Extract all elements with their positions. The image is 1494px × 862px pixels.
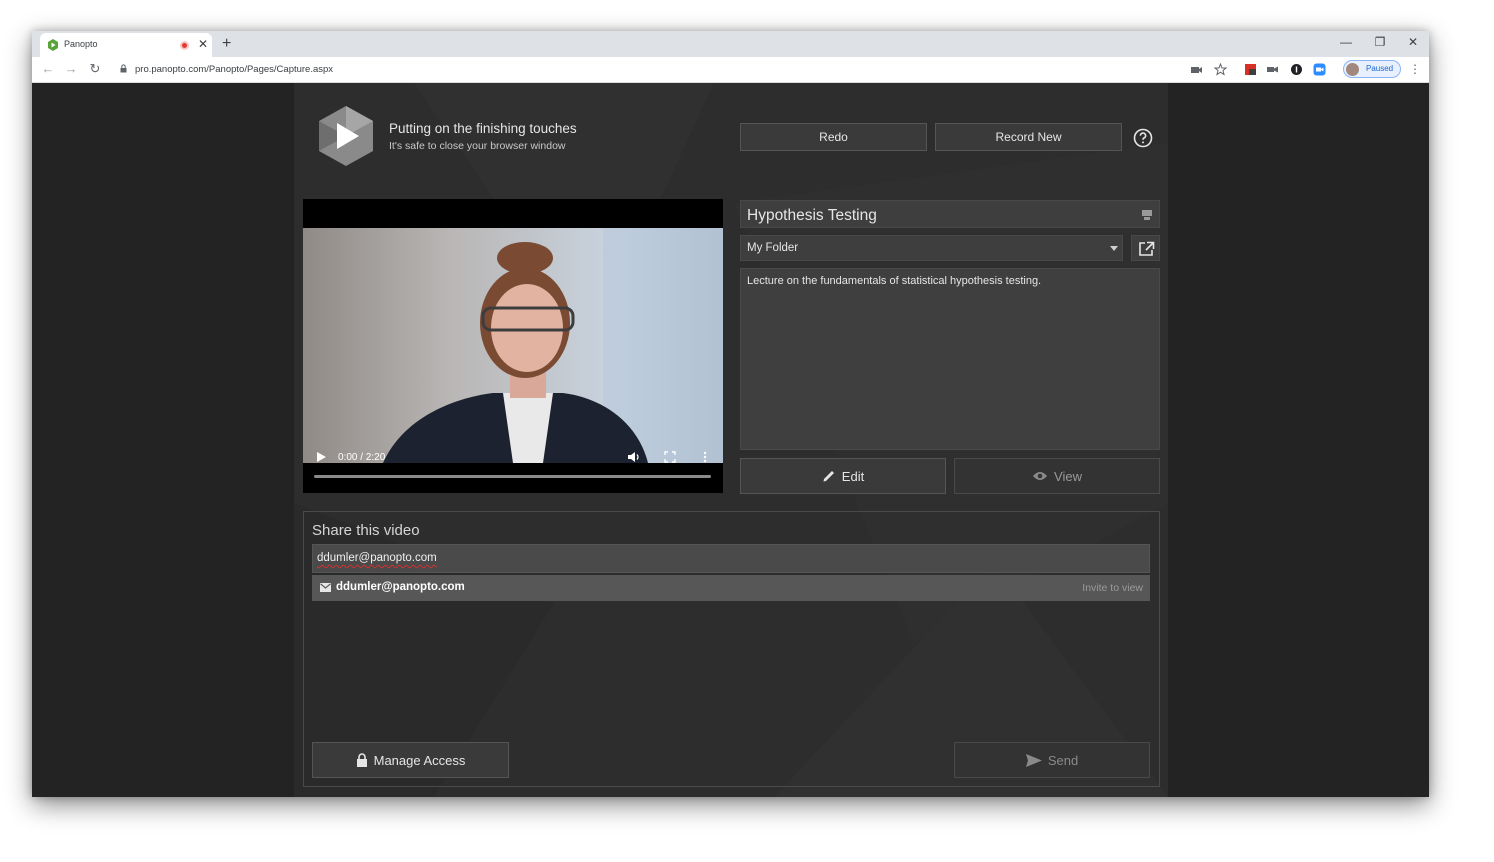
video-player[interactable]: 0:00 / 2:20 bbox=[303, 199, 723, 493]
bookmark-star-icon[interactable] bbox=[1214, 63, 1227, 76]
folder-value: My Folder bbox=[747, 242, 799, 254]
minimize-button[interactable]: — bbox=[1336, 35, 1356, 49]
manage-access-button[interactable]: Manage Access bbox=[312, 742, 509, 778]
send-icon bbox=[1025, 753, 1042, 767]
send-button[interactable]: Send bbox=[954, 742, 1150, 778]
recording-indicator-icon bbox=[180, 41, 189, 50]
description-textarea[interactable]: Lecture on the fundamentals of statistic… bbox=[740, 268, 1160, 450]
new-tab-button[interactable]: + bbox=[222, 34, 231, 54]
camera-icon[interactable] bbox=[1190, 63, 1203, 76]
close-window-button[interactable]: ✕ bbox=[1403, 35, 1423, 49]
record-new-button[interactable]: Record New bbox=[935, 123, 1122, 151]
suggestion-email: ddumler@panopto.com bbox=[336, 581, 465, 593]
lock-icon bbox=[120, 64, 127, 73]
fullscreen-icon[interactable] bbox=[663, 450, 677, 464]
pencil-icon bbox=[823, 471, 834, 482]
avatar bbox=[1346, 63, 1359, 76]
status-subtitle: It's safe to close your browser window bbox=[389, 140, 566, 152]
record-new-label: Record New bbox=[995, 130, 1062, 144]
lock-icon bbox=[356, 753, 367, 767]
zoom-extension-icon[interactable] bbox=[1313, 63, 1326, 76]
video-extension-icon[interactable] bbox=[1266, 63, 1279, 76]
share-title: Share this video bbox=[312, 522, 420, 539]
video-progress-bar[interactable] bbox=[314, 475, 711, 478]
video-more-icon[interactable] bbox=[698, 450, 712, 464]
session-title-field[interactable]: Hypothesis Testing bbox=[740, 200, 1160, 228]
profile-button[interactable]: Paused bbox=[1343, 60, 1401, 78]
browser-window: Panopto ✕ + — ❐ ✕ ← → ↻ pro.panopto.com/… bbox=[32, 31, 1429, 797]
password-manager-icon[interactable] bbox=[1290, 63, 1303, 76]
mail-icon bbox=[320, 583, 331, 592]
address-bar[interactable]: pro.panopto.com/Panopto/Pages/Capture.as… bbox=[135, 64, 333, 75]
redo-button[interactable]: Redo bbox=[740, 123, 927, 151]
share-input-value: ddumler@panopto.com bbox=[317, 552, 437, 564]
eye-icon bbox=[1033, 472, 1048, 480]
reload-button[interactable]: ↻ bbox=[87, 62, 103, 76]
tab-strip: Panopto ✕ + — ❐ ✕ bbox=[32, 31, 1429, 57]
manage-access-label: Manage Access bbox=[373, 752, 466, 768]
edit-label: Edit bbox=[841, 468, 865, 484]
volume-icon[interactable] bbox=[627, 450, 641, 464]
forward-button[interactable]: → bbox=[63, 62, 79, 76]
page-body: Putting on the finishing touches It's sa… bbox=[32, 83, 1429, 797]
tab-title: Panopto bbox=[64, 39, 98, 49]
browser-menu-icon[interactable]: ⋮ bbox=[1409, 62, 1421, 76]
open-folder-button[interactable] bbox=[1131, 235, 1160, 261]
restore-button[interactable]: ❐ bbox=[1370, 35, 1390, 49]
video-thumbnail bbox=[303, 228, 723, 463]
description-text: Lecture on the fundamentals of statistic… bbox=[747, 275, 1042, 287]
view-label: View bbox=[1054, 468, 1082, 484]
chevron-down-icon bbox=[1110, 246, 1118, 251]
panopto-favicon-icon bbox=[48, 39, 58, 51]
tab-panopto[interactable]: Panopto ✕ bbox=[40, 33, 212, 57]
external-link-icon bbox=[1139, 241, 1155, 256]
share-email-input[interactable]: ddumler@panopto.com bbox=[312, 544, 1150, 573]
help-icon[interactable] bbox=[1133, 128, 1153, 148]
edit-button[interactable]: Edit bbox=[740, 458, 946, 494]
status-title: Putting on the finishing touches bbox=[389, 121, 577, 136]
browser-toolbar: ← → ↻ pro.panopto.com/Panopto/Pages/Capt… bbox=[32, 57, 1429, 83]
calendar-extension-icon[interactable] bbox=[1244, 63, 1257, 76]
redo-label: Redo bbox=[819, 130, 848, 144]
back-button[interactable]: ← bbox=[40, 62, 56, 76]
view-button[interactable]: View bbox=[954, 458, 1160, 494]
panopto-logo-icon bbox=[319, 106, 373, 166]
suggestion-hint: Invite to view bbox=[1082, 582, 1143, 594]
session-title: Hypothesis Testing bbox=[747, 207, 877, 224]
video-time: 0:00 / 2:20 bbox=[338, 452, 386, 463]
send-label: Send bbox=[1047, 752, 1079, 768]
capture-panel: Putting on the finishing touches It's sa… bbox=[294, 83, 1168, 797]
share-panel: Share this video ddumler@panopto.com ddu… bbox=[303, 511, 1160, 787]
email-suggestion-item[interactable]: ddumler@panopto.com Invite to view bbox=[312, 575, 1150, 601]
play-icon[interactable] bbox=[314, 450, 328, 464]
profile-status-label: Paused bbox=[1366, 64, 1394, 73]
tab-close-icon[interactable]: ✕ bbox=[198, 37, 208, 51]
folder-select[interactable]: My Folder bbox=[740, 235, 1123, 261]
title-options-icon[interactable] bbox=[1141, 209, 1153, 221]
